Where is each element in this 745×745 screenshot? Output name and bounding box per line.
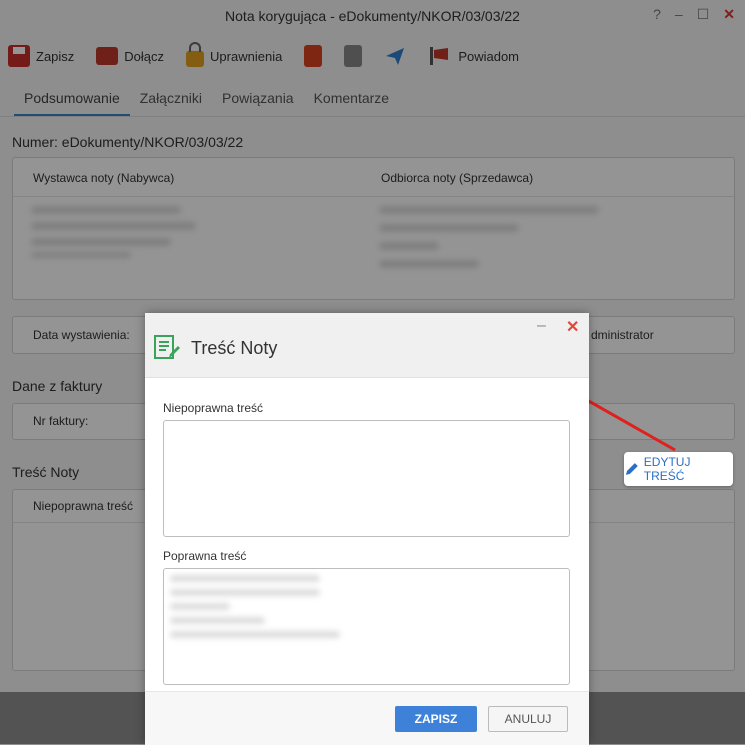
correct-content-redacted: [170, 575, 320, 582]
dialog-save-button[interactable]: ZAPISZ: [395, 706, 477, 732]
dialog-minimize-icon[interactable]: –: [537, 317, 546, 335]
correct-content-redacted: [170, 589, 320, 596]
dialog-close-icon[interactable]: ✕: [566, 317, 579, 337]
edit-content-button[interactable]: EDYTUJ TREŚĆ: [624, 452, 733, 486]
correct-content-redacted: [170, 603, 230, 610]
note-content-dialog: Treść Noty – ✕ Niepoprawna treść Poprawn…: [145, 313, 589, 745]
pencil-icon: [625, 463, 638, 475]
dialog-cancel-button[interactable]: ANULUJ: [488, 706, 568, 732]
incorrect-content-label: Niepoprawna treść: [163, 401, 264, 415]
correct-content-redacted: [170, 617, 265, 624]
correct-content-textarea[interactable]: [163, 568, 570, 685]
incorrect-content-textarea[interactable]: [163, 420, 570, 537]
correct-content-label: Poprawna treść: [163, 549, 247, 563]
edit-content-label: EDYTUJ TREŚĆ: [643, 455, 691, 483]
dialog-title: Treść Noty: [191, 338, 278, 358]
dialog-footer: ZAPISZ ANULUJ: [145, 691, 589, 745]
correct-content-redacted: [170, 631, 340, 638]
note-edit-icon: [154, 335, 180, 359]
dialog-header: Treść Noty – ✕: [145, 313, 589, 378]
